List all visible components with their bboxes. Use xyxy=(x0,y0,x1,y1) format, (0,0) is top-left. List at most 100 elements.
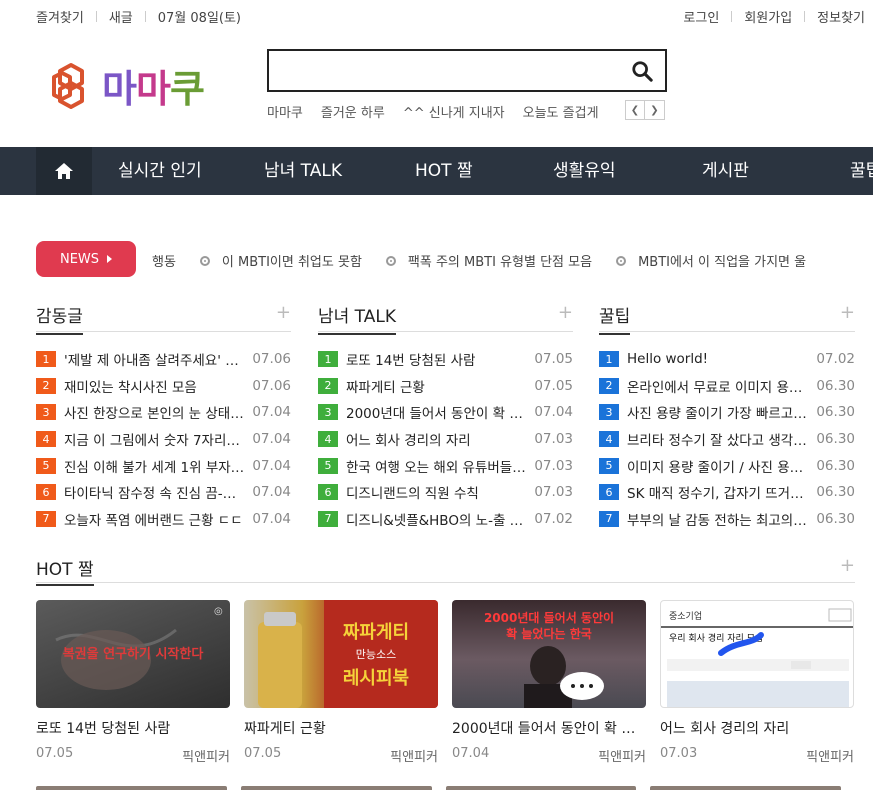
card-author[interactable]: 픽앤피커 xyxy=(598,746,646,765)
list-item[interactable]: 4지금 이 그림에서 숫자 7자리가 보...07.04 xyxy=(36,426,291,453)
home-button[interactable] xyxy=(36,147,92,195)
card-thumbnail-edge[interactable] xyxy=(240,786,432,790)
list-item[interactable]: 4 어느 회사 경리의 자리 07.03 xyxy=(318,426,573,453)
board-screenshot-image: 중소기업 우리 회사 경리 자리 모습 xyxy=(661,608,853,707)
card-date: 07.05 xyxy=(36,746,74,761)
keyword-item[interactable]: 오늘도 즐겁게 xyxy=(523,102,599,121)
card-author[interactable]: 픽앤피커 xyxy=(806,746,854,765)
svg-text:2000년대 들어서 동안이: 2000년대 들어서 동안이 xyxy=(484,610,614,625)
list-item[interactable]: 3사진 한장으로 본인의 눈 상태 알아...07.04 xyxy=(36,399,291,426)
hot-card[interactable]: 2000년대 들어서 동안이 확 늘었다는 한국 2000년대 들어서 동안이 … xyxy=(452,600,646,765)
card-title[interactable]: 짜파게티 근황 xyxy=(244,718,438,738)
hot-card[interactable]: 복권을 연구하기 시작한다 ◎ 로또 14번 당첨된 사람 07.05 픽앤피커 xyxy=(36,600,230,765)
card-thumbnail[interactable]: 짜파게티 만능소스 레시피북 xyxy=(244,600,438,708)
card-author[interactable]: 픽앤피커 xyxy=(182,746,230,765)
top-bar: 즐겨찾기 새글 07월 08일(토) 로그인 회원가입 정보찾기 xyxy=(0,0,873,32)
card-thumbnail[interactable]: 2000년대 들어서 동안이 확 늘었다는 한국 xyxy=(452,600,646,708)
hot-card[interactable]: 짜파게티 만능소스 레시피북 짜파게티 근황 07.05 픽앤피커 xyxy=(244,600,438,765)
keyword-item[interactable]: 마마쿠 xyxy=(267,102,303,121)
search-icon[interactable] xyxy=(631,60,653,82)
list-item[interactable]: 7부부의 날 감동 전하는 최고의 선물...06.30 xyxy=(599,506,855,533)
hot-card[interactable]: 중소기업 우리 회사 경리 자리 모습 어느 회사 경리의 자리 07.03 픽… xyxy=(660,600,854,765)
chevron-right-icon[interactable]: ❯ xyxy=(645,100,665,120)
list-item[interactable]: 7 오늘자 폭염 에버랜드 근황 ㄷㄷ 07.04 xyxy=(36,506,291,533)
card-thumbnail[interactable]: 중소기업 우리 회사 경리 자리 모습 xyxy=(660,600,854,708)
card-thumbnail-edge[interactable] xyxy=(445,786,637,790)
plus-icon[interactable]: + xyxy=(558,302,573,323)
tv-show-image: 2000년대 들어서 동안이 확 늘었다는 한국 xyxy=(484,610,614,708)
keyword-item[interactable]: 즐거운 하루 xyxy=(321,102,385,121)
news-badge[interactable]: NEWS xyxy=(36,241,136,277)
list-item[interactable]: 5이미지 용량 줄이기 / 사진 용량 줄...06.30 xyxy=(599,452,855,479)
list-item[interactable]: 32000년대 들어서 동안이 확 늘었다...07.04 xyxy=(318,399,573,426)
plus-icon[interactable]: + xyxy=(276,302,291,323)
svg-text:짜파게티: 짜파게티 xyxy=(343,622,409,643)
svg-text:복권을 연구하기 시작한다: 복권을 연구하기 시작한다 xyxy=(63,646,204,662)
list-item[interactable]: 6 타이타닉 잠수정 속 진심 끔-찍한 ... 07.04 xyxy=(36,479,291,506)
search-box xyxy=(267,49,667,92)
ticker-item[interactable]: 이 MBTI이면 취업도 못함 xyxy=(222,251,362,270)
list-item[interactable]: 2온라인에서 무료로 이미지 용량 줄...06.30 xyxy=(599,373,855,400)
nav-item-life[interactable]: 생활유익 xyxy=(553,147,616,195)
svg-text:레시피북: 레시피북 xyxy=(343,668,409,689)
list-item[interactable]: 3사진 용량 줄이기 가장 빠르고 쉬운...06.30 xyxy=(599,399,855,426)
nav-item-tips[interactable]: 꿀팁 xyxy=(850,147,873,195)
keyword-item[interactable]: ^^ 신나게 지내자 xyxy=(403,102,505,121)
ticker-item[interactable]: 팩폭 주의 MBTI 유형별 단점 모음 xyxy=(408,251,592,270)
list-item[interactable]: 5한국 여행 오는 해외 유튜버들 특징...07.03 xyxy=(318,452,573,479)
site-logo[interactable]: 마마쿠 xyxy=(46,58,205,113)
list-item[interactable]: 7디즈니&넷플&HBO의 노-출 수위 ...07.02 xyxy=(318,506,573,533)
plus-icon[interactable]: + xyxy=(840,555,855,576)
card-title[interactable]: 2000년대 들어서 동안이 확 늘었다는데 xyxy=(452,718,646,738)
column-touching: 감동글 + 1 '제발 제 아내좀 살려주세요' 남편... 07.06 2 재미있는… xyxy=(36,300,291,532)
ticker-item[interactable]: 행동 xyxy=(152,251,176,270)
hot-section-title[interactable]: HOT 짤 xyxy=(36,555,94,586)
list-item[interactable]: 1 '제발 제 아내좀 살려주세요' 남편... 07.06 xyxy=(36,346,291,373)
logo-wordmark: 마마쿠 xyxy=(102,67,205,111)
nav-item-realtime[interactable]: 실시간 인기 xyxy=(118,147,202,195)
list-item[interactable]: 4브리타 정수기 잘 샀다고 생각했는...06.30 xyxy=(599,426,855,453)
list-item[interactable]: 2 재미있는 착시사진 모음 07.06 xyxy=(36,373,291,400)
bookmark-link[interactable]: 즐겨찾기 xyxy=(36,7,84,26)
list-item[interactable]: 5 진심 이해 불가 세계 1위 부자의 ... 07.04 xyxy=(36,452,291,479)
card-thumbnail[interactable]: 복권을 연구하기 시작한다 ◎ xyxy=(36,600,230,708)
chevron-left-icon[interactable]: ❮ xyxy=(625,100,645,120)
today-date: 07월 08일(토) xyxy=(157,11,242,26)
nav-item-hot[interactable]: HOT 짤 xyxy=(415,147,473,195)
svg-text:◎: ◎ xyxy=(214,606,223,617)
nav-item-board[interactable]: 게시판 xyxy=(702,147,749,195)
column-title[interactable]: 감동글 xyxy=(36,302,83,335)
column-header: 꿀팁 + xyxy=(599,300,855,335)
card-title[interactable]: 어느 회사 경리의 자리 xyxy=(660,718,854,738)
ticker-item[interactable]: MBTI에서 이 직업을 가지면 울 xyxy=(638,251,806,270)
card-meta: 07.04 픽앤피커 xyxy=(452,746,646,765)
search-input[interactable] xyxy=(269,51,619,90)
list-item[interactable]: 2 짜파게티 근황 07.05 xyxy=(318,373,573,400)
column-title[interactable]: 꿀팁 xyxy=(599,302,631,335)
card-thumbnail-edge[interactable] xyxy=(650,786,841,790)
card-thumbnail-edge[interactable] xyxy=(36,786,227,790)
list-item[interactable]: 1 로또 14번 당첨된 사람 07.05 xyxy=(318,346,573,373)
card-date: 07.05 xyxy=(244,746,282,761)
find-account-link[interactable]: 정보찾기 xyxy=(817,7,865,26)
divider xyxy=(804,11,806,22)
circle-dot-icon xyxy=(385,255,396,266)
main-nav: 실시간 인기 남녀 TALK HOT 짤 생활유익 게시판 꿀팁 xyxy=(0,147,873,195)
card-title[interactable]: 로또 14번 당첨된 사람 xyxy=(36,718,230,738)
nav-item-talk[interactable]: 남녀 TALK xyxy=(264,147,342,195)
card-author[interactable]: 픽앤피커 xyxy=(390,746,438,765)
card-meta: 07.05 픽앤피커 xyxy=(36,746,230,765)
plus-icon[interactable]: + xyxy=(840,302,855,323)
signup-link[interactable]: 회원가입 xyxy=(744,7,792,26)
list-item[interactable]: 6 디즈니랜드의 직원 수칙 07.03 xyxy=(318,479,573,506)
card-date: 07.03 xyxy=(660,746,698,761)
noodle-sauce-image: 짜파게티 만능소스 레시피북 xyxy=(258,600,438,708)
column-title[interactable]: 남녀 TALK xyxy=(318,302,396,335)
column-header: 남녀 TALK + xyxy=(318,300,573,335)
column-header: 감동글 + xyxy=(36,300,291,335)
list-item[interactable]: 6SK 매직 정수기, 갑자기 뜨거운 물...06.30 xyxy=(599,479,855,506)
divider xyxy=(95,11,97,22)
list-item[interactable]: 1 Hello world! 07.02 xyxy=(599,346,855,373)
login-link[interactable]: 로그인 xyxy=(683,7,719,26)
new-posts-link[interactable]: 새글 xyxy=(109,7,133,26)
